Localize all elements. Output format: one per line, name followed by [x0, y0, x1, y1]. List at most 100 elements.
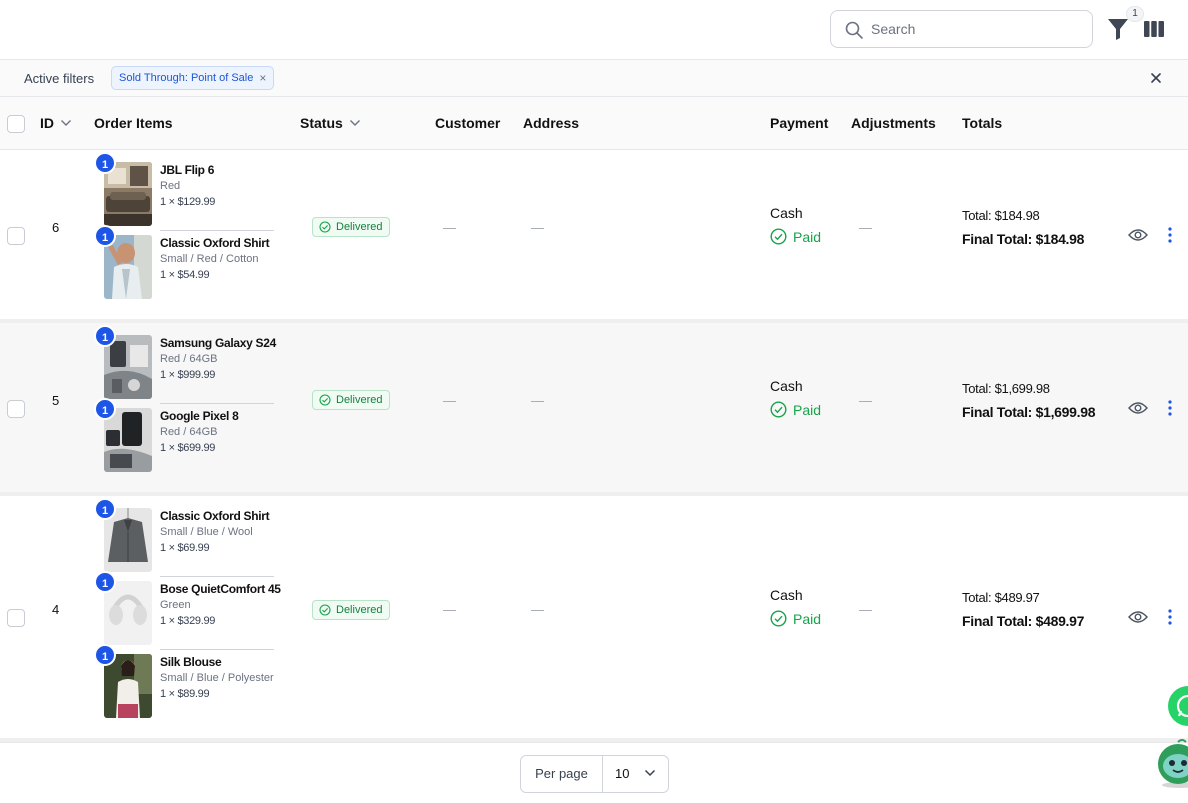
search-input[interactable]	[871, 11, 1081, 47]
table-row[interactable]: 6 1 JBL Flip 6 Red 1 × $129.99 1 Classic…	[0, 150, 1188, 319]
order-item: 1 Google Pixel 8 Red / 64GB 1 × $699.99	[94, 398, 284, 472]
column-header-totals: Totals	[962, 115, 1003, 131]
payment-status: Paid	[770, 401, 821, 418]
product-name[interactable]: Classic Oxford Shirt	[160, 236, 270, 250]
more-actions-icon[interactable]	[1166, 226, 1174, 244]
view-icon[interactable]	[1128, 401, 1148, 415]
whatsapp-icon	[1176, 694, 1188, 718]
product-name[interactable]: Google Pixel 8	[160, 409, 239, 423]
column-header-order-items: Order Items	[94, 115, 173, 131]
table-row[interactable]: 5 1 Samsung Galaxy S24 Red / 64GB 1 × $9…	[0, 323, 1188, 492]
order-item: 1 Samsung Galaxy S24 Red / 64GB 1 × $999…	[94, 325, 284, 399]
order-total: Total: $184.98	[962, 208, 1040, 223]
address-value: —	[531, 220, 544, 235]
product-price: 1 × $999.99	[160, 369, 216, 381]
order-item: 1 Classic Oxford Shirt Small / Blue / Wo…	[94, 498, 284, 572]
per-page-label: Per page	[521, 756, 603, 792]
order-total: Total: $489.97	[962, 590, 1040, 605]
columns-icon[interactable]	[1143, 17, 1165, 41]
per-page-select[interactable]: 10	[603, 756, 668, 792]
search-box[interactable]	[830, 10, 1093, 48]
check-circle-icon	[770, 228, 787, 245]
product-variant: Red / 64GB	[160, 353, 218, 365]
payment-status: Paid	[770, 610, 821, 627]
order-final-total: Final Total: $184.98	[962, 231, 1085, 247]
more-actions-icon[interactable]	[1166, 608, 1174, 626]
order-item: 1 Classic Oxford Shirt Small / Red / Cot…	[94, 225, 284, 299]
top-toolbar: 1	[0, 0, 1188, 60]
search-icon	[845, 21, 863, 39]
order-item: 1 JBL Flip 6 Red 1 × $129.99	[94, 152, 284, 226]
product-name[interactable]: Classic Oxford Shirt	[160, 509, 270, 523]
quantity-badge: 1	[94, 498, 116, 520]
chatbot-mascot-icon[interactable]	[1154, 738, 1188, 788]
check-circle-icon	[319, 221, 331, 233]
column-header-adjustments: Adjustments	[851, 115, 936, 131]
whatsapp-chat-button[interactable]	[1168, 686, 1188, 726]
more-actions-icon[interactable]	[1166, 399, 1174, 417]
product-variant: Green	[160, 599, 191, 611]
product-variant: Red / 64GB	[160, 426, 218, 438]
table-row[interactable]: 4 1 Classic Oxford Shirt Small / Blue / …	[0, 496, 1188, 738]
quantity-badge: 1	[94, 571, 116, 593]
payment-method: Cash	[770, 205, 803, 221]
column-header-status[interactable]: Status	[300, 115, 361, 131]
filter-icon[interactable]	[1106, 16, 1130, 42]
order-item: 1 Bose QuietComfort 45 Green 1 × $329.99	[94, 571, 284, 645]
product-price: 1 × $129.99	[160, 196, 216, 208]
remove-filter-icon[interactable]: ×	[259, 67, 266, 89]
column-header-id[interactable]: ID	[40, 115, 72, 131]
clear-filters-icon[interactable]	[1148, 70, 1164, 86]
check-circle-icon	[319, 394, 331, 406]
product-name[interactable]: Silk Blouse	[160, 655, 222, 669]
quantity-badge: 1	[94, 398, 116, 420]
product-variant: Small / Red / Cotton	[160, 253, 259, 265]
order-final-total: Final Total: $489.97	[962, 613, 1085, 629]
product-price: 1 × $69.99	[160, 542, 210, 554]
order-id: 6	[52, 220, 60, 235]
check-circle-icon	[319, 604, 331, 616]
view-icon[interactable]	[1128, 610, 1148, 624]
status-badge: Delivered	[312, 217, 391, 237]
payment-method: Cash	[770, 378, 803, 394]
divider	[160, 403, 274, 404]
active-filters-label: Active filters	[24, 71, 95, 86]
product-name[interactable]: Bose QuietComfort 45	[160, 582, 281, 596]
filter-count-badge: 1	[1126, 6, 1144, 22]
quantity-badge: 1	[94, 325, 116, 347]
product-variant: Red	[160, 180, 181, 192]
address-value: —	[531, 393, 544, 408]
row-checkbox[interactable]	[7, 400, 25, 418]
row-checkbox[interactable]	[7, 609, 25, 627]
quantity-badge: 1	[94, 644, 116, 666]
product-price: 1 × $54.99	[160, 269, 210, 281]
product-name[interactable]: Samsung Galaxy S24	[160, 336, 276, 350]
order-item: 1 Silk Blouse Small / Blue / Polyester 1…	[94, 644, 284, 718]
quantity-badge: 1	[94, 225, 116, 247]
adjustments-value: —	[859, 393, 872, 408]
chevron-down-icon	[61, 120, 71, 126]
row-checkbox[interactable]	[7, 227, 25, 245]
divider	[160, 230, 274, 231]
payment-status: Paid	[770, 228, 821, 245]
quantity-badge: 1	[94, 152, 116, 174]
product-price: 1 × $699.99	[160, 442, 216, 454]
filter-chip-label: Sold Through: Point of Sale	[119, 72, 254, 84]
adjustments-value: —	[859, 220, 872, 235]
per-page-control: Per page 10	[520, 755, 669, 793]
customer-value: —	[443, 602, 456, 617]
filter-chip[interactable]: Sold Through: Point of Sale ×	[111, 66, 275, 90]
address-value: —	[531, 602, 544, 617]
chevron-down-icon	[349, 120, 360, 126]
product-name[interactable]: JBL Flip 6	[160, 163, 214, 177]
pagination-footer: Per page 10	[0, 742, 1188, 803]
column-header-address: Address	[523, 115, 580, 131]
column-header-customer: Customer	[435, 115, 501, 131]
column-header-payment: Payment	[770, 115, 829, 131]
product-variant: Small / Blue / Polyester	[160, 672, 274, 684]
check-circle-icon	[770, 401, 787, 418]
select-all-checkbox[interactable]	[7, 115, 25, 133]
order-final-total: Final Total: $1,699.98	[962, 404, 1096, 420]
customer-value: —	[443, 393, 456, 408]
view-icon[interactable]	[1128, 228, 1148, 242]
